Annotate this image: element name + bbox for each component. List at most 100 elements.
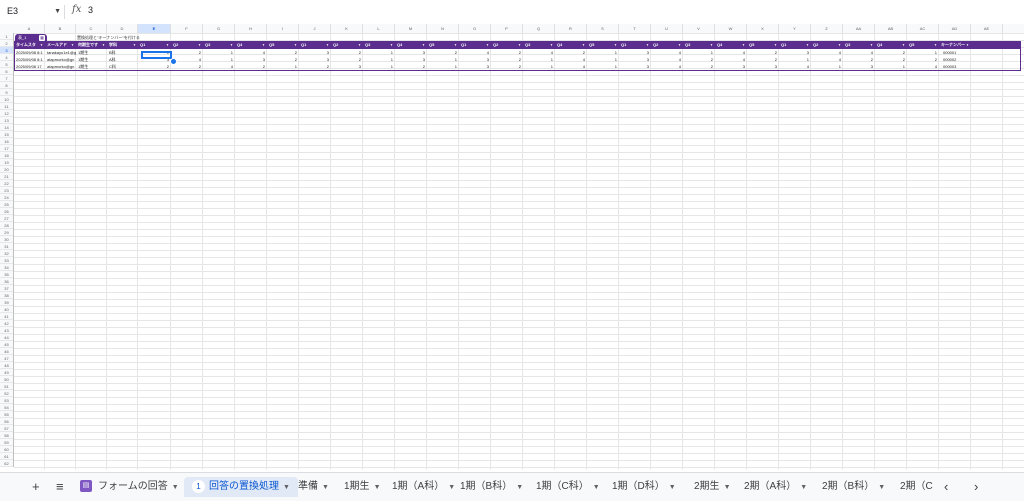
- table-cell[interactable]: 1: [907, 49, 939, 56]
- table-cell[interactable]: 2: [491, 63, 523, 70]
- row-header-15[interactable]: 15: [0, 131, 13, 138]
- table-cell[interactable]: 2: [747, 49, 779, 56]
- table-cell[interactable]: 2: [555, 49, 587, 56]
- table-cell[interactable]: 000003: [939, 63, 971, 70]
- sheet-tab[interactable]: 2期（A科） ▼: [744, 477, 807, 497]
- row-header-21[interactable]: 21: [0, 173, 13, 180]
- sheet-tab[interactable]: 2期生 ▼: [694, 477, 731, 497]
- row-header-38[interactable]: 38: [0, 292, 13, 299]
- row-header-1[interactable]: 1: [0, 33, 13, 40]
- chevron-down-icon[interactable]: ▼: [322, 484, 329, 491]
- column-header-y[interactable]: Y: [779, 24, 811, 33]
- cell-area[interactable]: [14, 33, 1024, 470]
- filter-dropdown-icon[interactable]: ▼: [934, 41, 937, 49]
- table-cell[interactable]: 2: [267, 56, 299, 63]
- column-header-u[interactable]: U: [651, 24, 683, 33]
- row-header-33[interactable]: 33: [0, 257, 13, 264]
- column-header-r[interactable]: R: [555, 24, 587, 33]
- table-header-cell[interactable]: Q2 ▼: [651, 41, 683, 49]
- table-header-cell[interactable]: Q1 ▼: [459, 41, 491, 49]
- filter-dropdown-icon[interactable]: ▼: [40, 41, 43, 49]
- row-header-20[interactable]: 20: [0, 166, 13, 173]
- chevron-down-icon[interactable]: ▼: [669, 484, 676, 491]
- table-cell[interactable]: 4: [651, 63, 683, 70]
- column-header-i[interactable]: I: [267, 24, 299, 33]
- row-header-50[interactable]: 50: [0, 376, 13, 383]
- column-header-k[interactable]: K: [331, 24, 363, 33]
- chevron-down-icon[interactable]: ▼: [593, 484, 600, 491]
- table-cell[interactable]: 3: [619, 56, 651, 63]
- column-header-e[interactable]: E: [138, 24, 171, 33]
- table-cell[interactable]: 2: [395, 63, 427, 70]
- sheet-tab[interactable]: 1期（C科） ▼: [536, 477, 600, 497]
- filter-dropdown-icon[interactable]: ▼: [326, 41, 329, 49]
- table-cell[interactable]: atapmorko@gn: [45, 63, 76, 70]
- row-header-44[interactable]: 44: [0, 334, 13, 341]
- filter-dropdown-icon[interactable]: ▼: [422, 41, 425, 49]
- fill-handle[interactable]: [170, 58, 177, 65]
- chevron-down-icon[interactable]: ▼: [54, 3, 61, 20]
- row-header-37[interactable]: 37: [0, 285, 13, 292]
- column-header-o[interactable]: O: [459, 24, 491, 33]
- table-cell[interactable]: 3: [299, 49, 331, 56]
- table-header-cell[interactable]: Q1 ▼: [299, 41, 331, 49]
- row-header-23[interactable]: 23: [0, 187, 13, 194]
- table-cell[interactable]: 2: [331, 49, 363, 56]
- sheet-tab[interactable]: 1 回答の置換処理 ▼: [184, 477, 298, 497]
- table-cell[interactable]: 4: [523, 49, 555, 56]
- row-header-25[interactable]: 25: [0, 201, 13, 208]
- table-cell[interactable]: 1: [779, 56, 811, 63]
- filter-dropdown-icon[interactable]: ▼: [582, 41, 585, 49]
- row-header-42[interactable]: 42: [0, 320, 13, 327]
- table-header-cell[interactable]: Q2 ▼: [811, 41, 843, 49]
- sheet-tab[interactable]: 1期（A科） ▼: [392, 477, 455, 497]
- filter-dropdown-icon[interactable]: ▼: [902, 41, 905, 49]
- table-cell[interactable]: 3: [747, 63, 779, 70]
- filter-dropdown-icon[interactable]: ▼: [454, 41, 457, 49]
- chevron-down-icon[interactable]: ▼: [283, 484, 290, 491]
- chevron-down-icon[interactable]: ▼: [878, 484, 885, 491]
- filter-dropdown-icon[interactable]: ▼: [486, 41, 489, 49]
- column-header-ae[interactable]: AE: [971, 24, 1003, 33]
- table-cell[interactable]: 3: [715, 63, 747, 70]
- table-cell[interactable]: 2025/09/08 8:1: [14, 49, 45, 56]
- filter-dropdown-icon[interactable]: ▼: [614, 41, 617, 49]
- column-header-z[interactable]: Z: [811, 24, 843, 33]
- table-cell[interactable]: 1期生: [76, 49, 107, 56]
- filter-dropdown-icon[interactable]: ▼: [102, 41, 105, 49]
- table-cell[interactable]: 1: [587, 63, 619, 70]
- filter-dropdown-icon[interactable]: ▼: [358, 41, 361, 49]
- table-cell[interactable]: 4: [843, 49, 875, 56]
- row-header-36[interactable]: 36: [0, 278, 13, 285]
- column-header-v[interactable]: V: [683, 24, 715, 33]
- table-cell[interactable]: 2: [331, 56, 363, 63]
- table-cell[interactable]: 3: [779, 49, 811, 56]
- chevron-down-icon[interactable]: ▼: [374, 484, 381, 491]
- chevron-down-icon[interactable]: ▼: [800, 484, 807, 491]
- table-cell[interactable]: 2: [235, 63, 267, 70]
- table-cell[interactable]: 000001: [939, 49, 971, 56]
- row-header-45[interactable]: 45: [0, 341, 13, 348]
- row-header-34[interactable]: 34: [0, 264, 13, 271]
- filter-dropdown-icon[interactable]: ▼: [71, 41, 74, 49]
- row-header-30[interactable]: 30: [0, 236, 13, 243]
- row-header-11[interactable]: 11: [0, 103, 13, 110]
- row-header-26[interactable]: 26: [0, 208, 13, 215]
- table-cell[interactable]: 2: [491, 49, 523, 56]
- row-header-35[interactable]: 35: [0, 271, 13, 278]
- table-header-cell[interactable]: Q2 ▼: [331, 41, 363, 49]
- column-header-j[interactable]: J: [299, 24, 331, 33]
- chevron-down-icon[interactable]: ▼: [448, 484, 455, 491]
- table-cell[interactable]: B科: [107, 49, 138, 56]
- table-cell[interactable]: 1: [363, 56, 395, 63]
- row-header-7[interactable]: 7: [0, 75, 13, 82]
- filter-dropdown-icon[interactable]: ▼: [198, 41, 201, 49]
- table-cell[interactable]: 2: [491, 56, 523, 63]
- row-header-59[interactable]: 59: [0, 439, 13, 446]
- column-header-l[interactable]: L: [363, 24, 395, 33]
- column-header-b[interactable]: B: [45, 24, 76, 33]
- column-header-q[interactable]: Q: [523, 24, 555, 33]
- column-header-ab[interactable]: AB: [875, 24, 907, 33]
- table-cell[interactable]: 2025/09/08 17: [14, 63, 45, 70]
- table-header-cell[interactable]: 何期生です ▼: [76, 41, 107, 49]
